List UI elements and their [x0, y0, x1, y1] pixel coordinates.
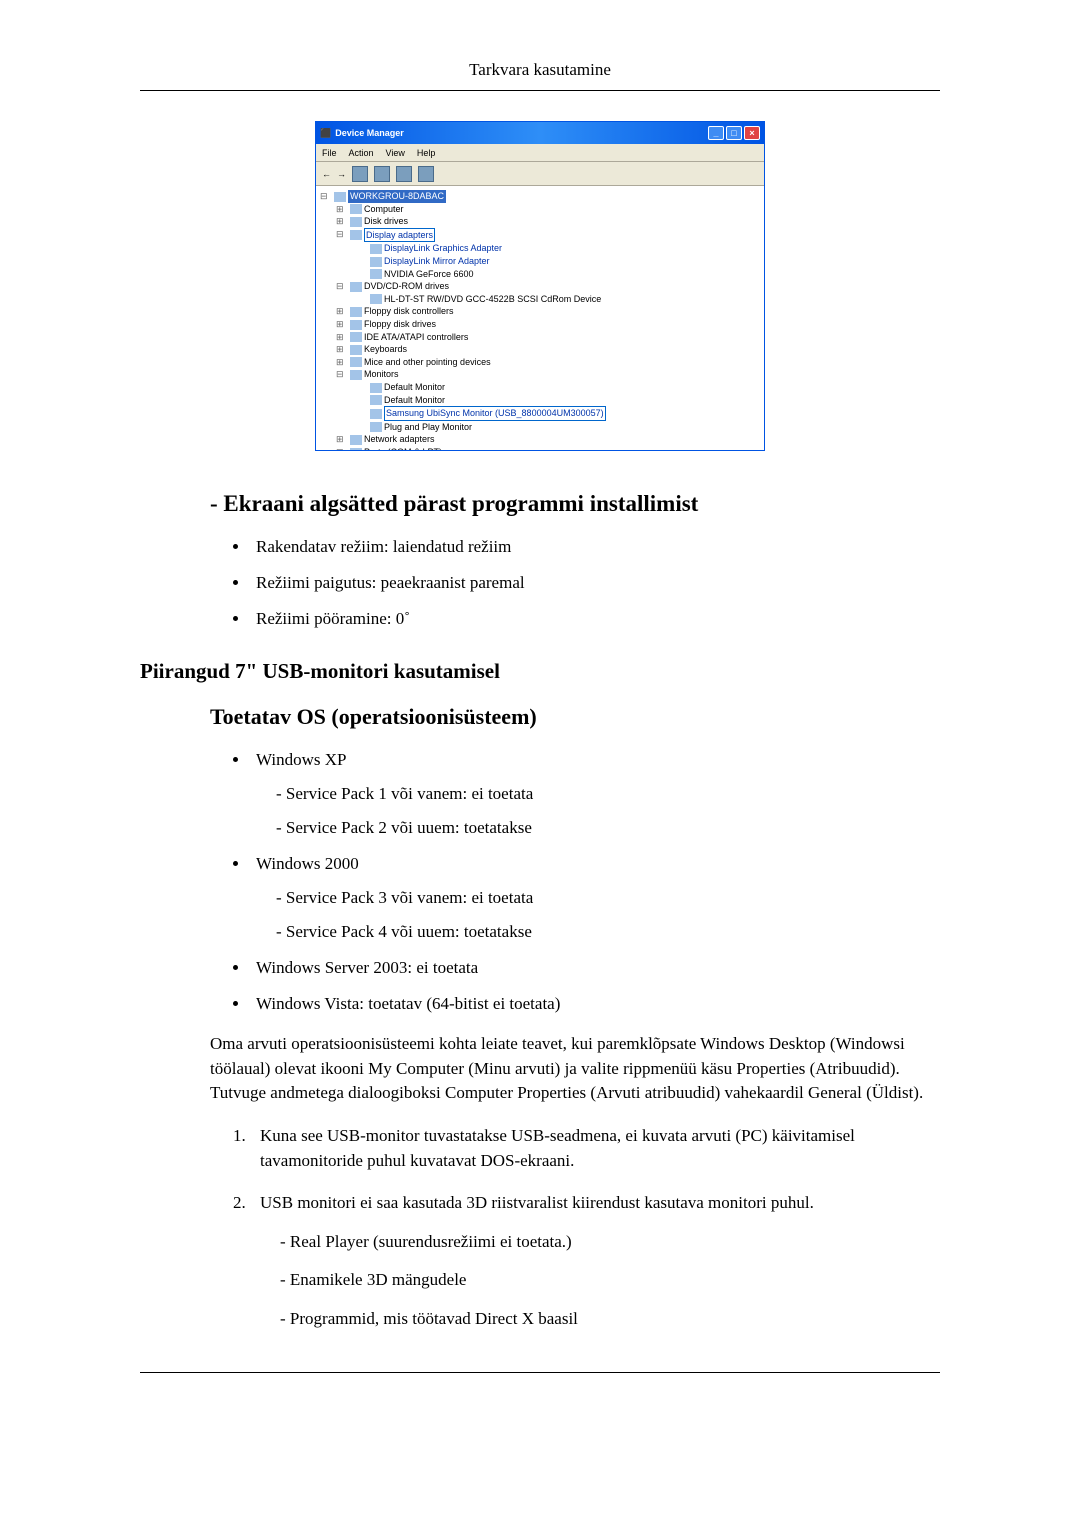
menu-action: Action: [349, 148, 374, 158]
list-item: USB monitori ei saa kasutada 3D riistvar…: [250, 1191, 940, 1332]
device-icon: [370, 294, 382, 304]
tree-root: WORKGROU-8DABAC: [320, 190, 760, 203]
toolbar-icon: [374, 166, 390, 182]
sub-item: - Programmid, mis töötavad Direct X baas…: [280, 1307, 940, 1332]
tree-leaf: Plug and Play Monitor: [352, 421, 760, 434]
dm-titlebar: ⬛ Device Manager _ □ ×: [316, 122, 764, 144]
device-icon: [350, 282, 362, 292]
heading-settings: - Ekraani algsätted pärast programmi ins…: [210, 491, 940, 517]
list-item: Kuna see USB-monitor tuvastatakse USB-se…: [250, 1124, 940, 1173]
device-icon: [350, 332, 362, 342]
device-icon: [370, 244, 382, 254]
list-item: Windows Server 2003: ei toetata: [250, 958, 940, 978]
device-manager-screenshot: ⬛ Device Manager _ □ × File Action View …: [315, 121, 765, 451]
list-item: Režiimi pööramine: 0˚: [250, 609, 940, 629]
menu-help: Help: [417, 148, 436, 158]
menu-file: File: [322, 148, 337, 158]
tree-leaf: NVIDIA GeForce 6600: [352, 268, 760, 281]
device-icon: [350, 357, 362, 367]
settings-list: Rakendatav režiim: laiendatud režiim Rež…: [250, 537, 940, 629]
tree-node: Network adapters: [336, 433, 760, 446]
tree-node: Computer: [336, 203, 760, 216]
tree-leaf: HL-DT-ST RW/DVD GCC-4522B SCSI CdRom Dev…: [352, 293, 760, 306]
list-item: Windows XP - Service Pack 1 või vanem: e…: [250, 750, 940, 838]
toolbar-icon: [396, 166, 412, 182]
device-icon: [370, 257, 382, 267]
toolbar-back-icon: ←: [322, 169, 331, 179]
dm-window: ⬛ Device Manager _ □ × File Action View …: [315, 121, 765, 451]
os-xp: Windows XP: [256, 750, 346, 769]
dm-tree: WORKGROU-8DABAC Computer Disk drives Dis…: [316, 186, 764, 450]
os-info-paragraph: Oma arvuti operatsioonisüsteemi kohta le…: [210, 1032, 940, 1106]
device-icon: [350, 320, 362, 330]
tree-leaf: DisplayLink Graphics Adapter: [352, 242, 760, 255]
maximize-icon: □: [726, 126, 742, 140]
dm-icon: ⬛: [320, 128, 331, 139]
tree-node: Ports (COM & LPT): [336, 446, 760, 450]
tree-leaf: Samsung UbiSync Monitor (USB_8800004UM30…: [352, 406, 760, 421]
dm-toolbar: ← →: [316, 162, 764, 186]
numbered-list: Kuna see USB-monitor tuvastatakse USB-se…: [250, 1124, 940, 1332]
device-icon: [370, 409, 382, 419]
computer-icon: [334, 192, 346, 202]
device-icon: [370, 383, 382, 393]
sub-item: - Service Pack 1 või vanem: ei toetata: [276, 784, 940, 804]
toolbar-icon: [352, 166, 368, 182]
device-icon: [370, 395, 382, 405]
page-header: Tarkvara kasutamine: [140, 60, 940, 91]
list-item: Windows Vista: toetatav (64-bitist ei to…: [250, 994, 940, 1014]
dm-window-buttons: _ □ ×: [708, 126, 760, 140]
device-icon: [350, 435, 362, 445]
menu-view: View: [386, 148, 405, 158]
heading-os: Toetatav OS (operatsioonisüsteem): [210, 704, 940, 730]
sub-item: - Enamikele 3D mängudele: [280, 1268, 940, 1293]
device-icon: [370, 269, 382, 279]
device-icon: [370, 422, 382, 432]
close-icon: ×: [744, 126, 760, 140]
device-icon: [350, 204, 362, 214]
dm-title: Device Manager: [335, 128, 404, 138]
sub-item: - Service Pack 3 või vanem: ei toetata: [276, 888, 940, 908]
footer-rule: [140, 1372, 940, 1373]
tree-leaf: Default Monitor: [352, 394, 760, 407]
toolbar-fwd-icon: →: [337, 169, 346, 179]
os-list: Windows XP - Service Pack 1 või vanem: e…: [250, 750, 940, 1014]
tree-node: IDE ATA/ATAPI controllers: [336, 331, 760, 344]
sub-item: - Service Pack 4 või uuem: toetatakse: [276, 922, 940, 942]
heading-limitations: Piirangud 7" USB-monitori kasutamisel: [140, 659, 940, 684]
tree-node: Mice and other pointing devices: [336, 356, 760, 369]
tree-node: Disk drives: [336, 215, 760, 228]
tree-node: Floppy disk drives: [336, 318, 760, 331]
device-icon: [350, 307, 362, 317]
tree-leaf: DisplayLink Mirror Adapter: [352, 255, 760, 268]
tree-node: Floppy disk controllers: [336, 305, 760, 318]
device-icon: [350, 448, 362, 451]
sub-item: - Service Pack 2 või uuem: toetatakse: [276, 818, 940, 838]
device-icon: [350, 217, 362, 227]
minimize-icon: _: [708, 126, 724, 140]
dm-menubar: File Action View Help: [316, 144, 764, 162]
list-item: Rakendatav režiim: laiendatud režiim: [250, 537, 940, 557]
n2-text: USB monitori ei saa kasutada 3D riistvar…: [260, 1193, 814, 1212]
tree-monitors: Monitors: [336, 368, 760, 381]
device-icon: [350, 230, 362, 240]
tree-leaf: Default Monitor: [352, 381, 760, 394]
os-2000: Windows 2000: [256, 854, 359, 873]
device-icon: [350, 345, 362, 355]
sub-item: - Real Player (suurendusrežiimi ei toeta…: [280, 1230, 940, 1255]
toolbar-icon: [418, 166, 434, 182]
tree-node: Keyboards: [336, 343, 760, 356]
list-item: Režiimi paigutus: peaekraanist paremal: [250, 573, 940, 593]
tree-display-adapters: Display adapters: [336, 228, 760, 243]
tree-node: DVD/CD-ROM drives: [336, 280, 760, 293]
list-item: Windows 2000 - Service Pack 3 või vanem:…: [250, 854, 940, 942]
device-icon: [350, 370, 362, 380]
